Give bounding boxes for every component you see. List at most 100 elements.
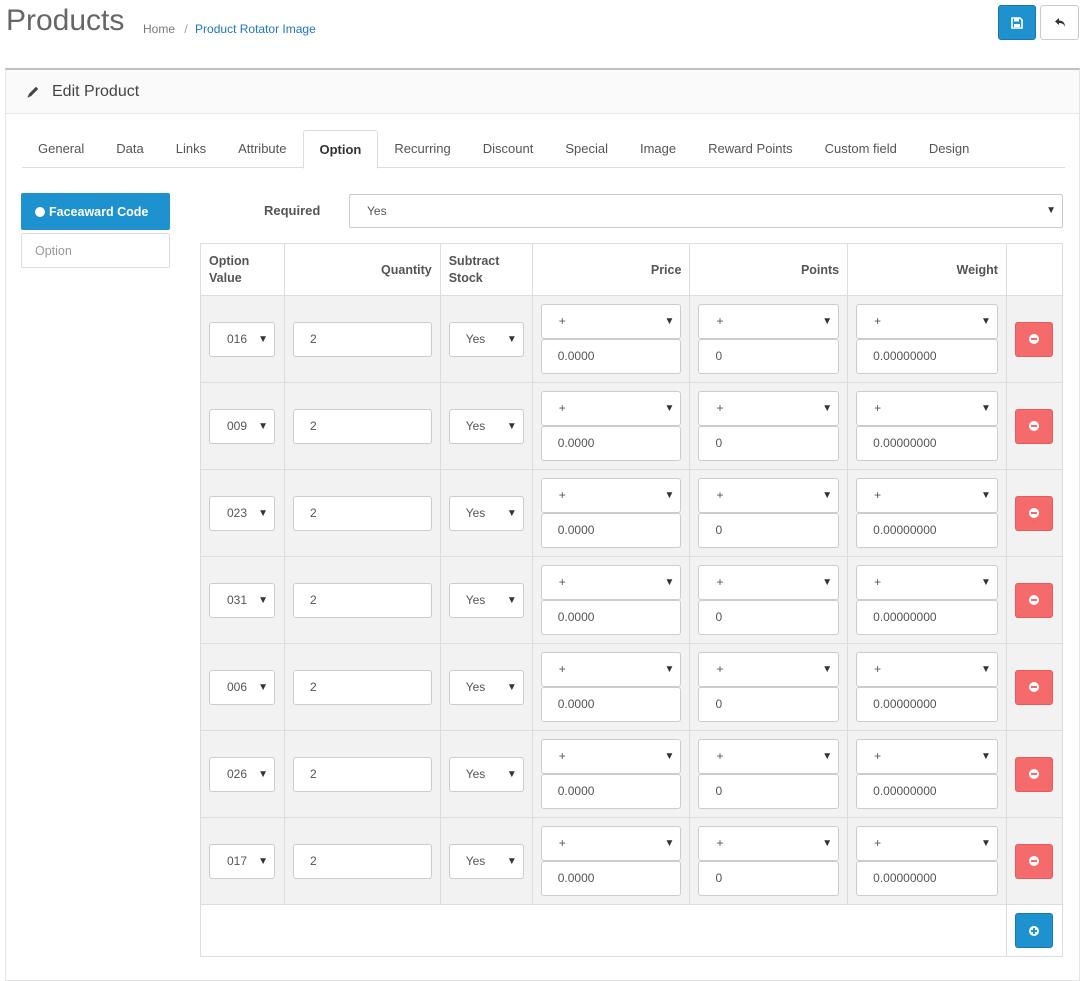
minus-circle-icon[interactable] <box>35 206 45 217</box>
subtract-select[interactable]: Yes ▼ <box>448 321 524 357</box>
price-prefix-select[interactable]: + ▼ <box>540 478 682 513</box>
weight-prefix-select[interactable]: + ▼ <box>856 652 998 687</box>
remove-option-value-button[interactable] <box>1015 843 1054 879</box>
points-input[interactable]: 0 <box>698 861 840 896</box>
add-option-value-button[interactable] <box>1015 913 1054 948</box>
tab-image[interactable]: Image <box>624 130 692 168</box>
option-value-select[interactable]: 016 ▼ <box>209 321 275 357</box>
weight-input[interactable]: 0.00000000 <box>856 339 998 374</box>
remove-option-value-button[interactable] <box>1015 495 1054 531</box>
price-prefix-select[interactable]: + ▼ <box>540 652 682 687</box>
price-input[interactable]: 0.0000 <box>540 339 682 374</box>
option-value-select[interactable]: 026 ▼ <box>209 756 275 792</box>
quantity-input[interactable]: 2 <box>292 669 432 705</box>
back-button[interactable] <box>1040 5 1079 40</box>
quantity-input[interactable]: 2 <box>292 756 432 792</box>
remove-option-value-button[interactable] <box>1015 669 1054 705</box>
quantity-input[interactable]: 2 <box>292 495 432 531</box>
tab-special[interactable]: Special <box>549 130 624 168</box>
remove-option-value-button[interactable] <box>1015 582 1054 618</box>
option-value-select[interactable]: 031 ▼ <box>209 582 275 618</box>
option-search-input[interactable]: Option <box>21 233 170 268</box>
option-value-select[interactable]: 006 ▼ <box>209 669 275 705</box>
quantity-input[interactable]: 2 <box>292 408 432 444</box>
points-prefix-select[interactable]: + ▼ <box>698 565 840 600</box>
price-input[interactable]: 0.0000 <box>540 687 682 722</box>
tab-option[interactable]: Option <box>302 130 379 169</box>
remove-option-value-button[interactable] <box>1015 321 1054 357</box>
tab-recurring[interactable]: Recurring <box>378 130 466 168</box>
price-prefix-select[interactable]: + ▼ <box>540 391 682 426</box>
price-input[interactable]: 0.0000 <box>540 426 682 461</box>
points-input[interactable]: 0 <box>698 339 840 374</box>
weight-input[interactable]: 0.00000000 <box>856 513 998 548</box>
weight-prefix-select[interactable]: + ▼ <box>856 478 998 513</box>
price-prefix-select[interactable]: + ▼ <box>540 826 682 861</box>
option-value-select[interactable]: 023 ▼ <box>209 495 275 531</box>
points-prefix-select[interactable]: + ▼ <box>698 391 840 426</box>
price-input[interactable]: 0.0000 <box>540 774 682 809</box>
points-prefix-select[interactable]: + ▼ <box>698 826 840 861</box>
breadcrumb-home[interactable]: Home <box>143 22 175 36</box>
subtract-select[interactable]: Yes ▼ <box>448 495 524 531</box>
minus-circle-icon <box>1029 421 1040 431</box>
weight-input[interactable]: 0.00000000 <box>856 600 998 635</box>
tab-attribute[interactable]: Attribute <box>222 130 302 168</box>
points-prefix-select[interactable]: + ▼ <box>698 652 840 687</box>
price-prefix-select[interactable]: + ▼ <box>540 739 682 774</box>
points-input[interactable]: 0 <box>698 600 840 635</box>
tab-reward-points[interactable]: Reward Points <box>692 130 809 168</box>
weight-cell: + ▼ 0.00000000 <box>847 469 1007 557</box>
tab-discount[interactable]: Discount <box>467 130 550 168</box>
quantity-input[interactable]: 2 <box>292 843 432 879</box>
points-input[interactable]: 0 <box>698 774 840 809</box>
tab-design[interactable]: Design <box>913 130 985 168</box>
tab-custom-field[interactable]: Custom field <box>809 130 913 168</box>
option-nav-faceaward-code[interactable]: Faceaward Code <box>21 193 170 230</box>
option-value-select[interactable]: 009 ▼ <box>209 408 275 444</box>
price-input[interactable]: 0.0000 <box>540 600 682 635</box>
weight-input[interactable]: 0.00000000 <box>856 426 998 461</box>
points-prefix: + <box>716 314 724 328</box>
price-prefix-select[interactable]: + ▼ <box>540 304 682 339</box>
subtract-select[interactable]: Yes ▼ <box>448 582 524 618</box>
tab-links[interactable]: Links <box>160 130 222 168</box>
points-prefix-select[interactable]: + ▼ <box>698 478 840 513</box>
weight-prefix-select[interactable]: + ▼ <box>856 391 998 426</box>
weight-input[interactable]: 0.00000000 <box>856 861 998 896</box>
weight-prefix-select[interactable]: + ▼ <box>856 565 998 600</box>
remove-option-value-button[interactable] <box>1015 408 1054 444</box>
subtract-select[interactable]: Yes ▼ <box>448 756 524 792</box>
weight-input[interactable]: 0.00000000 <box>856 774 998 809</box>
price-prefix-select[interactable]: + ▼ <box>540 565 682 600</box>
tab-data[interactable]: Data <box>100 130 159 168</box>
price-input[interactable]: 0.0000 <box>540 861 682 896</box>
price-prefix: + <box>558 836 566 850</box>
subtract-select[interactable]: Yes ▼ <box>448 669 524 705</box>
remove-option-value-button[interactable] <box>1015 756 1054 792</box>
caret-down-icon: ▼ <box>981 490 991 501</box>
price-input[interactable]: 0.0000 <box>540 513 682 548</box>
weight-prefix-select[interactable]: + ▼ <box>856 739 998 774</box>
quantity-input[interactable]: 2 <box>292 582 432 618</box>
subtract-select[interactable]: Yes ▼ <box>448 408 524 444</box>
option-value-select[interactable]: 017 ▼ <box>209 843 275 879</box>
breadcrumb-product-rotator-image[interactable]: Product Rotator Image <box>195 22 316 36</box>
caret-down-icon: ▼ <box>664 490 675 501</box>
tab-general[interactable]: General <box>22 130 100 168</box>
points-prefix-select[interactable]: + ▼ <box>698 739 840 774</box>
save-button[interactable] <box>998 5 1036 40</box>
quantity-input[interactable]: 2 <box>292 321 432 357</box>
required-select[interactable]: Yes ▼ <box>349 194 1063 228</box>
weight-cell: + ▼ 0.00000000 <box>847 382 1007 470</box>
subtract-select[interactable]: Yes ▼ <box>448 843 524 879</box>
points-input[interactable]: 0 <box>698 426 840 461</box>
points-cell: + ▼ 0 <box>689 730 849 818</box>
weight-prefix-select[interactable]: + ▼ <box>856 304 998 339</box>
weight-input[interactable]: 0.00000000 <box>856 687 998 722</box>
points-input[interactable]: 0 <box>698 687 840 722</box>
weight-prefix: + <box>874 836 882 850</box>
weight-prefix-select[interactable]: + ▼ <box>856 826 998 861</box>
points-input[interactable]: 0 <box>698 513 840 548</box>
points-prefix-select[interactable]: + ▼ <box>698 304 840 339</box>
